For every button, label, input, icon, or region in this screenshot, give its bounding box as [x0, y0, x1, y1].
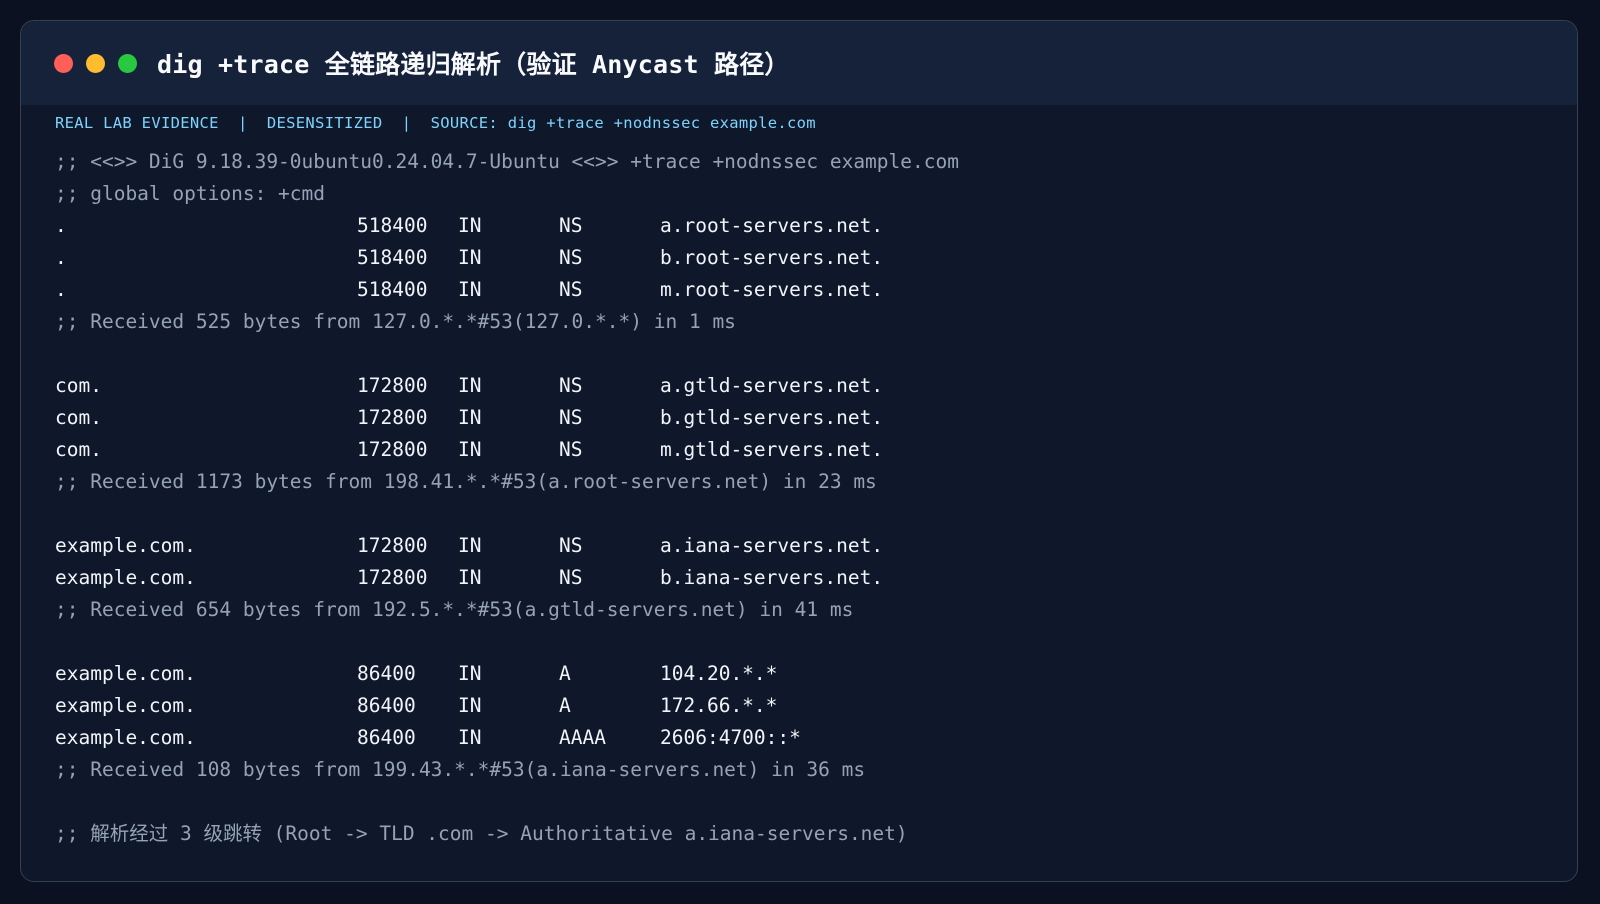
- record-type: A: [559, 662, 571, 685]
- record-ttl: 172800: [357, 534, 428, 557]
- source-caption: REAL LAB EVIDENCE | DESENSITIZED | SOURC…: [55, 114, 816, 132]
- record-ttl: 172800: [357, 438, 428, 461]
- record-value: 172.66.*.*: [660, 694, 778, 717]
- record-name: com.: [55, 374, 102, 397]
- record-class: IN: [458, 374, 482, 397]
- dns-record-line: com. 172800 IN NS b.gtld-servers.net.: [55, 402, 1545, 434]
- record-ttl: 172800: [357, 406, 428, 429]
- record-ttl: 518400: [357, 246, 428, 269]
- record-ttl: 86400: [357, 694, 416, 717]
- dns-record-line: com. 172800 IN NS m.gtld-servers.net.: [55, 434, 1545, 466]
- record-value: a.root-servers.net.: [660, 214, 884, 237]
- comment-line: ;; 解析经过 3 级跳转 (Root -> TLD .com -> Autho…: [55, 822, 908, 845]
- record-name: com.: [55, 438, 102, 461]
- record-class: IN: [458, 726, 482, 749]
- record-ttl: 518400: [357, 278, 428, 301]
- dns-record-line: . 518400 IN NS a.root-servers.net.: [55, 210, 1545, 242]
- dns-record-line: example.com. 172800 IN NS b.iana-servers.net…: [55, 562, 1545, 594]
- record-ttl: 172800: [357, 566, 428, 589]
- record-value: 2606:4700::*: [660, 726, 801, 749]
- dns-record-line: example.com. 86400 IN A 104.20.*.*: [55, 658, 1545, 690]
- record-type: NS: [559, 214, 583, 237]
- title-bar: dig +trace 全链路递归解析（验证 Anycast 路径）: [21, 21, 1577, 105]
- record-class: IN: [458, 278, 482, 301]
- record-class: IN: [458, 246, 482, 269]
- terminal-output[interactable]: ;; <<>> DiG 9.18.39-0ubuntu0.24.04.7-Ubu…: [55, 146, 1545, 850]
- record-name: example.com.: [55, 726, 196, 749]
- record-class: IN: [458, 214, 482, 237]
- record-name: example.com.: [55, 534, 196, 557]
- record-name: .: [55, 278, 67, 301]
- record-type: A: [559, 694, 571, 717]
- comment-line: ;; Received 654 bytes from 192.5.*.*#53(…: [55, 598, 854, 621]
- record-ttl: 172800: [357, 374, 428, 397]
- record-name: example.com.: [55, 694, 196, 717]
- record-type: NS: [559, 534, 583, 557]
- record-type: NS: [559, 566, 583, 589]
- window-title: dig +trace 全链路递归解析（验证 Anycast 路径）: [157, 50, 790, 79]
- record-type: NS: [559, 406, 583, 429]
- comment-line: ;; Received 525 bytes from 127.0.*.*#53(…: [55, 310, 736, 333]
- record-ttl: 86400: [357, 726, 416, 749]
- comment-line: ;; global options: +cmd: [55, 182, 326, 205]
- record-value: a.iana-servers.net.: [660, 534, 884, 557]
- close-window-button[interactable]: [54, 53, 73, 73]
- record-value: m.gtld-servers.net.: [660, 438, 884, 461]
- dns-record-line: com. 172800 IN NS a.gtld-servers.net.: [55, 370, 1545, 402]
- dns-record-line: example.com. 86400 IN AAAA 2606:4700::*: [55, 722, 1545, 754]
- record-type: NS: [559, 278, 583, 301]
- record-value: b.gtld-servers.net.: [660, 406, 884, 429]
- record-name: example.com.: [55, 566, 196, 589]
- record-name: com.: [55, 406, 102, 429]
- record-name: .: [55, 246, 67, 269]
- terminal-window: dig +trace 全链路递归解析（验证 Anycast 路径） REAL L…: [20, 20, 1578, 882]
- record-value: b.iana-servers.net.: [660, 566, 884, 589]
- record-class: IN: [458, 438, 482, 461]
- comment-line: ;; <<>> DiG 9.18.39-0ubuntu0.24.04.7-Ubu…: [55, 150, 959, 173]
- record-class: IN: [458, 694, 482, 717]
- dns-record-line: . 518400 IN NS m.root-servers.net.: [55, 274, 1545, 306]
- dns-record-line: example.com. 172800 IN NS a.iana-servers.net…: [55, 530, 1545, 562]
- dns-record-line: example.com. 86400 IN A 172.66.*.*: [55, 690, 1545, 722]
- record-value: b.root-servers.net.: [660, 246, 884, 269]
- record-class: IN: [458, 534, 482, 557]
- record-value: m.root-servers.net.: [660, 278, 884, 301]
- record-type: NS: [559, 374, 583, 397]
- comment-line: ;; Received 108 bytes from 199.43.*.*#53…: [55, 758, 866, 781]
- record-type: AAAA: [559, 726, 606, 749]
- record-value: 104.20.*.*: [660, 662, 778, 685]
- record-name: .: [55, 214, 67, 237]
- record-type: NS: [559, 438, 583, 461]
- dns-record-line: . 518400 IN NS b.root-servers.net.: [55, 242, 1545, 274]
- maximize-window-button[interactable]: [118, 53, 137, 73]
- minimize-window-button[interactable]: [86, 53, 105, 73]
- record-class: IN: [458, 662, 482, 685]
- comment-line: ;; Received 1173 bytes from 198.41.*.*#5…: [55, 470, 877, 493]
- record-class: IN: [458, 406, 482, 429]
- record-value: a.gtld-servers.net.: [660, 374, 884, 397]
- record-ttl: 86400: [357, 662, 416, 685]
- record-ttl: 518400: [357, 214, 428, 237]
- record-class: IN: [458, 566, 482, 589]
- record-type: NS: [559, 246, 583, 269]
- record-name: example.com.: [55, 662, 196, 685]
